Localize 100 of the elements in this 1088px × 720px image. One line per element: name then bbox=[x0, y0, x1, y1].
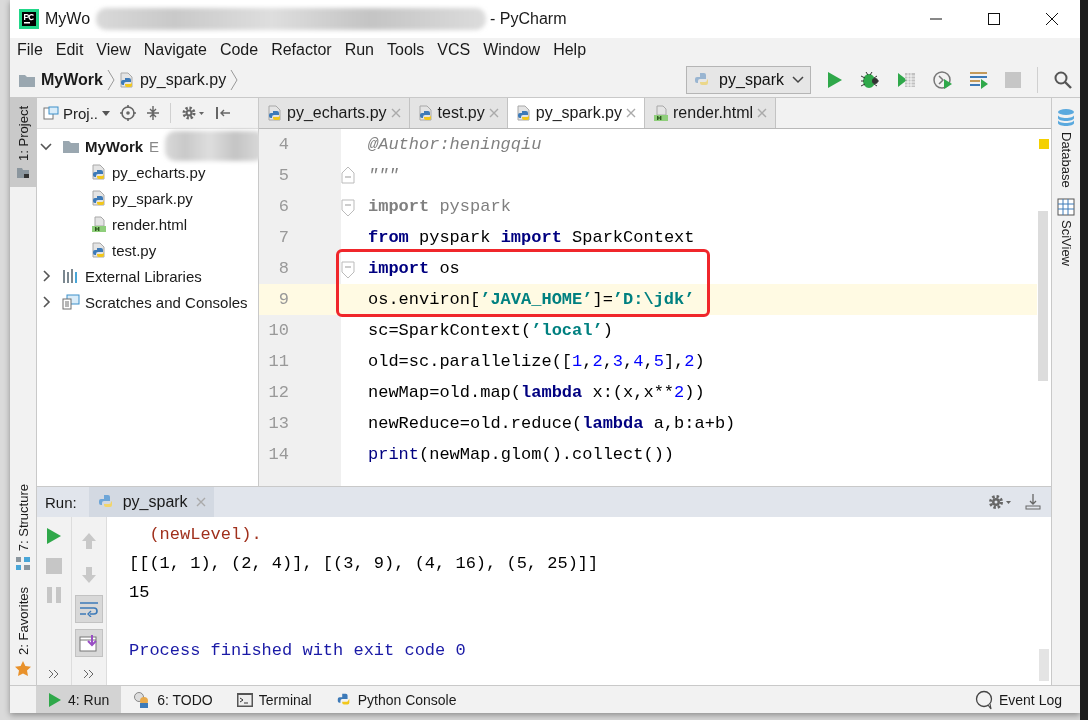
tool-window-button[interactable]: 6: TODO bbox=[121, 686, 225, 713]
menu-item[interactable]: Help bbox=[553, 41, 587, 60]
scratches-icon bbox=[62, 294, 80, 310]
menu-item[interactable]: View bbox=[96, 41, 131, 60]
editor-tab[interactable]: test.py bbox=[409, 98, 508, 128]
bug-icon[interactable] bbox=[859, 70, 881, 91]
event-log-button[interactable]: Event Log bbox=[974, 689, 1080, 710]
project-view-dropdown[interactable]: Proj.. bbox=[43, 104, 110, 122]
menu-item[interactable]: Tools bbox=[387, 41, 425, 60]
line-number: 6 bbox=[277, 197, 289, 216]
profile-icon[interactable] bbox=[933, 70, 953, 91]
editor-tab[interactable]: render.html bbox=[645, 98, 777, 128]
code-line: @Author:heningqiu bbox=[368, 135, 542, 154]
tool-window-tab[interactable]: 1: Project bbox=[10, 98, 36, 187]
html-file-icon bbox=[91, 215, 107, 233]
tool-window-tab[interactable]: SciView bbox=[1057, 197, 1075, 266]
tree-item[interactable]: render.html bbox=[91, 215, 188, 233]
soft-wrap-button[interactable] bbox=[75, 595, 103, 623]
structure-icon bbox=[16, 557, 30, 572]
tree-item[interactable]: External Libraries bbox=[62, 267, 202, 285]
folder-path: E bbox=[149, 137, 160, 155]
code-line: print(newMap.glom().collect()) bbox=[368, 445, 675, 464]
console-output: [[(1, 1), (2, 4)], [(3, 9), (4, 16), (5, 25)]] bbox=[129, 554, 599, 573]
run-icon[interactable] bbox=[827, 71, 843, 90]
tree-item[interactable]: py_echarts.py bbox=[91, 163, 206, 181]
more-icon[interactable] bbox=[83, 669, 95, 679]
run-icon[interactable] bbox=[46, 527, 62, 545]
folder-icon bbox=[18, 72, 36, 88]
line-number: 12 bbox=[267, 383, 289, 402]
library-icon bbox=[62, 268, 80, 284]
more-icon[interactable] bbox=[48, 669, 60, 679]
menu-item[interactable]: Edit bbox=[55, 41, 84, 60]
console-output: Process finished with exit code 0 bbox=[129, 641, 466, 660]
settings-icon[interactable] bbox=[987, 493, 1013, 511]
python-file-icon bbox=[417, 104, 434, 122]
collapse-icon[interactable] bbox=[146, 105, 160, 121]
code-line: newReduce=old.reduce(lambda a,b:a+b) bbox=[368, 414, 736, 433]
terminal-icon bbox=[236, 691, 253, 708]
code-line: newMap=old.map(lambda x:(x,x**2)) bbox=[368, 383, 705, 402]
grid-icon bbox=[1057, 197, 1075, 216]
panel-title: Run: bbox=[44, 493, 77, 511]
tree-item[interactable]: MyWork bbox=[62, 137, 144, 155]
editor-tab[interactable]: py_echarts.py bbox=[259, 98, 410, 128]
tool-window-tab[interactable]: Database bbox=[1056, 108, 1076, 188]
window-title: MyWo bbox=[45, 9, 91, 28]
console-output: 15 bbox=[129, 583, 150, 602]
menu-item[interactable]: Refactor bbox=[271, 41, 332, 60]
menu-item[interactable]: VCS bbox=[437, 41, 471, 60]
tool-window-tab[interactable]: 2: Favorites bbox=[10, 579, 36, 685]
code-line: import pyspark bbox=[368, 197, 511, 216]
tree-item[interactable]: py_spark.py bbox=[91, 189, 193, 207]
settings-icon[interactable] bbox=[181, 105, 205, 121]
database-icon bbox=[1056, 108, 1076, 128]
line-number: 11 bbox=[267, 352, 289, 371]
tool-window-button[interactable]: Python Console bbox=[323, 686, 469, 713]
concurrency-icon[interactable] bbox=[969, 70, 989, 91]
breadcrumb[interactable]: MyWork bbox=[18, 71, 103, 90]
menu-item[interactable]: Code bbox=[219, 41, 259, 60]
code-line: sc=SparkContext(’local’) bbox=[368, 321, 613, 340]
code-line: """ bbox=[368, 166, 399, 185]
soft-wrap-icon bbox=[79, 601, 99, 617]
tree-item[interactable]: test.py bbox=[91, 241, 157, 259]
menu-item[interactable]: Window bbox=[483, 41, 541, 60]
close-icon[interactable] bbox=[1046, 12, 1058, 25]
python-file-icon bbox=[118, 71, 135, 89]
run-tab[interactable]: py_spark bbox=[88, 487, 214, 517]
run-config-dropdown[interactable]: py_spark bbox=[686, 66, 811, 95]
chevron-icon bbox=[106, 69, 115, 92]
search-icon[interactable] bbox=[1054, 71, 1072, 90]
locate-icon[interactable] bbox=[120, 105, 136, 121]
up-arrow-icon bbox=[81, 532, 97, 550]
run-icon bbox=[48, 691, 62, 708]
python-file-icon bbox=[91, 189, 107, 207]
hide-icon[interactable] bbox=[215, 105, 231, 121]
breadcrumb[interactable]: py_spark.py bbox=[118, 71, 227, 90]
app-logo-icon bbox=[19, 8, 39, 29]
tool-window-button[interactable]: 4: Run bbox=[36, 686, 122, 713]
code-line: from pyspark import SparkContext bbox=[368, 228, 695, 247]
line-number: 5 bbox=[277, 166, 289, 185]
scrollbar-thumb[interactable] bbox=[1038, 211, 1048, 381]
menu-item[interactable]: Navigate bbox=[143, 41, 207, 60]
tool-window-button[interactable]: Terminal bbox=[224, 686, 324, 713]
line-number: 10 bbox=[267, 321, 289, 340]
caret-icon bbox=[102, 110, 110, 116]
scrollbar-thumb[interactable] bbox=[1039, 649, 1049, 681]
pin-icon[interactable] bbox=[1025, 493, 1041, 511]
folder-icon bbox=[62, 138, 80, 154]
tree-item[interactable]: Scratches and Consoles bbox=[62, 293, 248, 311]
scroll-to-end-button[interactable] bbox=[75, 629, 103, 657]
chevron-icon bbox=[230, 69, 239, 92]
tool-window-tab[interactable]: 7: Structure bbox=[10, 475, 36, 580]
menu-item[interactable]: File bbox=[17, 41, 43, 60]
fold-marker-icon[interactable] bbox=[341, 164, 355, 187]
editor-tab[interactable]: py_spark.py bbox=[507, 98, 645, 128]
html-file-icon bbox=[653, 104, 669, 122]
line-number: 7 bbox=[277, 228, 289, 247]
line-number: 14 bbox=[267, 445, 289, 464]
maximize-icon[interactable] bbox=[988, 12, 1000, 25]
python-file-icon bbox=[91, 241, 107, 259]
menu-item[interactable]: Run bbox=[344, 41, 374, 60]
